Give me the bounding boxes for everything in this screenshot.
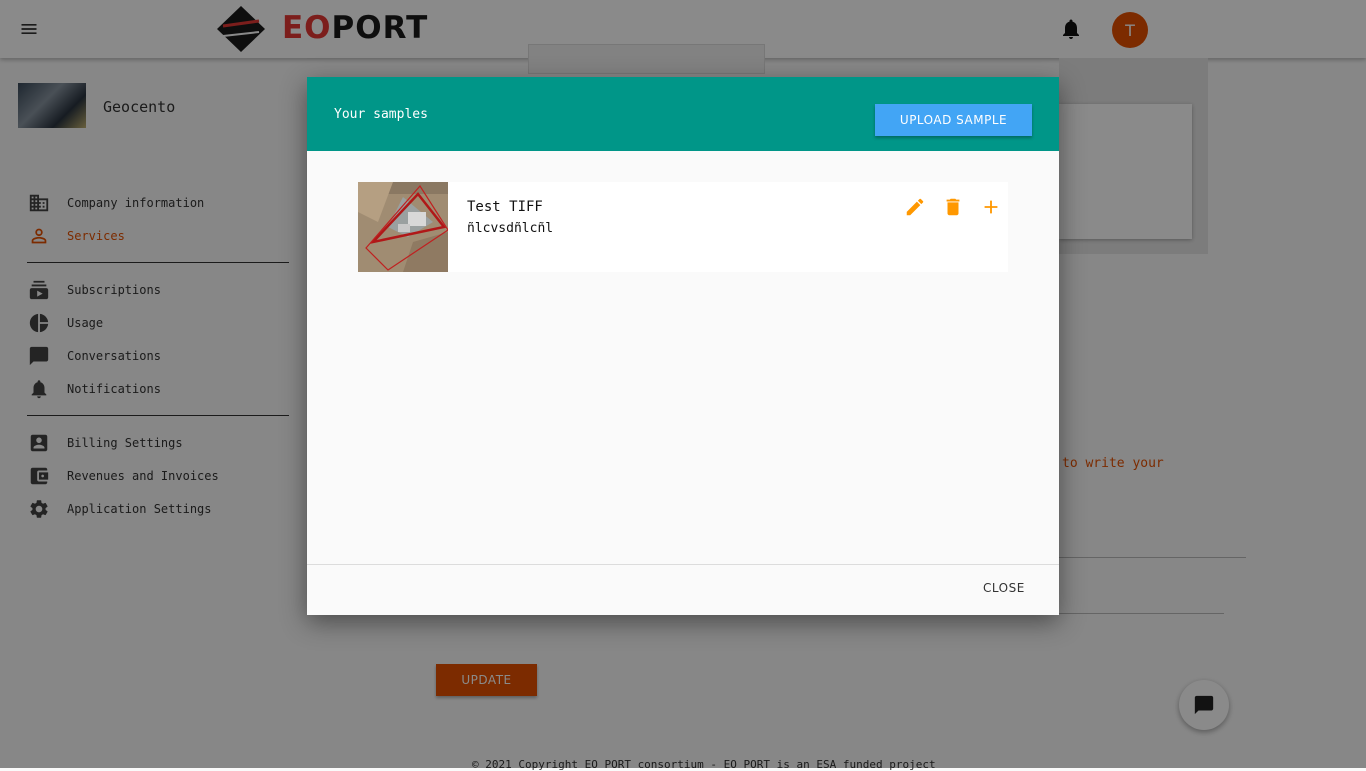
sample-thumbnail-image <box>358 182 448 272</box>
delete-trash-icon[interactable] <box>942 196 964 218</box>
edit-pencil-icon[interactable] <box>904 196 926 218</box>
dialog-header: Your samples UPLOAD SAMPLE <box>307 77 1059 151</box>
samples-dialog: Your samples UPLOAD SAMPLE Test TIFF ñlc… <box>307 77 1059 615</box>
sample-title: Test TIFF <box>467 199 543 215</box>
upload-sample-button[interactable]: UPLOAD SAMPLE <box>875 104 1032 136</box>
sample-description: ñlcvsdñlcñl <box>467 221 554 236</box>
add-plus-icon[interactable] <box>980 196 1002 218</box>
sample-list-item[interactable]: Test TIFF ñlcvsdñlcñl <box>358 182 1008 272</box>
dialog-footer: CLOSE <box>307 564 1059 615</box>
dialog-title: Your samples <box>334 107 428 122</box>
close-button[interactable]: CLOSE <box>977 579 1031 597</box>
